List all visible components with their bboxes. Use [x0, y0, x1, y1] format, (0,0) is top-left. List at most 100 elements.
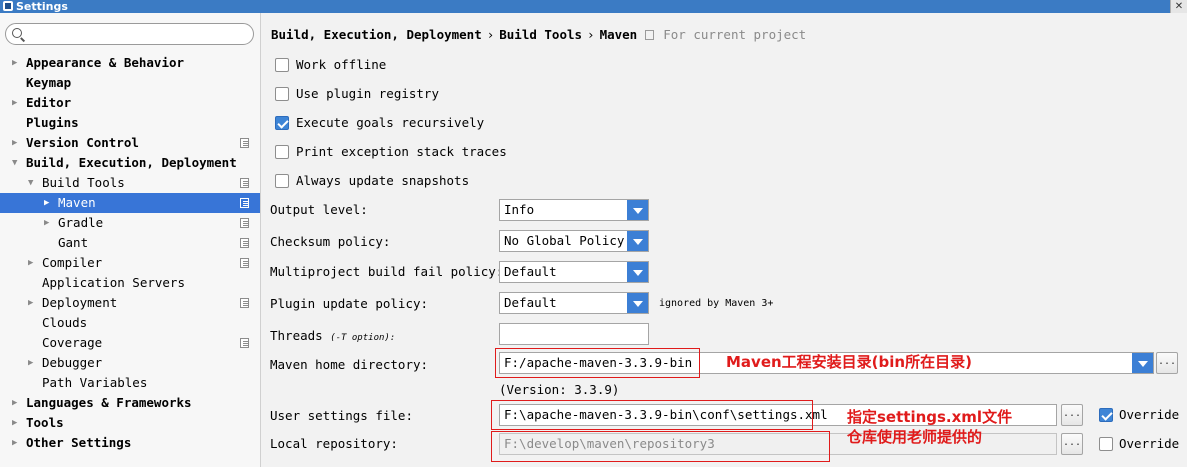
plugin-update-policy-dropdown[interactable]: Default	[499, 292, 649, 314]
work-offline-checkbox[interactable]	[275, 58, 289, 72]
sidebar-item-other-settings[interactable]: ▶ Other Settings	[0, 433, 260, 453]
annotation-box-local-repository	[491, 431, 830, 462]
sidebar-item-label: Compiler	[42, 255, 103, 270]
sidebar-item-label: Build Tools	[42, 175, 125, 190]
chevron-down-icon[interactable]	[627, 262, 648, 282]
sidebar-item-application-servers[interactable]: Application Servers	[0, 273, 260, 293]
multiproject-fail-policy-label: Multiproject build fail policy:	[270, 264, 504, 279]
checkbox-label: Always update snapshots	[296, 173, 470, 188]
maven-home-browse-button[interactable]: ...	[1156, 352, 1178, 374]
search-input[interactable]	[26, 26, 246, 42]
sidebar-item-version-control[interactable]: ▶ Version Control	[0, 133, 260, 153]
chevron-down-icon[interactable]	[1132, 353, 1153, 373]
sidebar-item-compiler[interactable]: ▶ Compiler	[0, 253, 260, 273]
window-title: Settings	[16, 0, 68, 13]
expanded-arrow-icon[interactable]: ▼	[12, 153, 22, 173]
breadcrumb-separator: ›	[587, 27, 595, 42]
collapsed-arrow-icon[interactable]: ▶	[12, 413, 22, 433]
annotation-box-user-settings	[491, 400, 813, 430]
checkbox-label: Use plugin registry	[296, 86, 439, 101]
output-level-dropdown[interactable]: Info	[499, 199, 649, 221]
project-scope-icon	[240, 198, 249, 208]
sidebar-item-appearance-behavior[interactable]: ▶ Appearance & Behavior	[0, 53, 260, 73]
annotation-settings-file: 指定settings.xml文件	[847, 408, 1013, 426]
settings-sidebar: ▶ Appearance & Behavior Keymap ▶ Editor Plugi…	[0, 13, 261, 467]
checkbox-label: Work offline	[296, 57, 387, 72]
sidebar-item-tools[interactable]: ▶ Tools	[0, 413, 260, 433]
sidebar-item-label: Build, Execution, Deployment	[26, 155, 237, 170]
project-scope-icon	[240, 238, 249, 248]
threads-option-hint: (-T option):	[330, 333, 396, 343]
breadcrumb-part: Build, Execution, Deployment	[271, 27, 482, 42]
sidebar-item-label: Languages & Frameworks	[26, 395, 192, 410]
collapsed-arrow-icon[interactable]: ▶	[44, 193, 54, 213]
breadcrumb-part: Build Tools	[499, 27, 583, 42]
dropdown-value: Default	[504, 264, 557, 279]
override-label: Override	[1119, 407, 1180, 422]
collapsed-arrow-icon[interactable]: ▶	[12, 393, 22, 413]
annotation-box-maven-home	[495, 348, 700, 378]
chevron-down-icon[interactable]	[627, 293, 648, 313]
sidebar-item-label: Maven	[58, 195, 96, 210]
sidebar-item-plugins[interactable]: Plugins	[0, 113, 260, 133]
user-settings-browse-button[interactable]: ...	[1061, 404, 1083, 426]
sidebar-item-build-tools[interactable]: ▼ Build Tools	[0, 173, 260, 193]
sidebar-item-label: Coverage	[42, 335, 103, 350]
collapsed-arrow-icon[interactable]: ▶	[28, 353, 38, 373]
always-update-snapshots-checkbox[interactable]	[275, 174, 289, 188]
sidebar-item-coverage[interactable]: Coverage	[0, 333, 260, 353]
sidebar-item-label: Tools	[26, 415, 64, 430]
project-scope-icon	[240, 218, 249, 228]
sidebar-item-build-execution-deployment[interactable]: ▼ Build, Execution, Deployment	[0, 153, 260, 173]
override-label: Override	[1119, 436, 1180, 451]
sidebar-item-path-variables[interactable]: Path Variables	[0, 373, 260, 393]
chevron-down-icon[interactable]	[627, 231, 648, 251]
checksum-policy-label: Checksum policy:	[270, 234, 391, 249]
collapsed-arrow-icon[interactable]: ▶	[28, 293, 38, 313]
breadcrumb-scope-hint: For current project	[663, 27, 807, 42]
local-repository-browse-button[interactable]: ...	[1061, 433, 1083, 455]
sidebar-item-gradle[interactable]: ▶ Gradle	[0, 213, 260, 233]
collapsed-arrow-icon[interactable]: ▶	[12, 53, 22, 73]
sidebar-item-label: Deployment	[42, 295, 118, 310]
settings-search[interactable]	[5, 23, 254, 45]
sidebar-item-label: Path Variables	[42, 375, 148, 390]
execute-goals-recursively-checkbox[interactable]	[275, 116, 289, 130]
checkbox-label: Print exception stack traces	[296, 144, 507, 159]
collapsed-arrow-icon[interactable]: ▶	[28, 253, 38, 273]
collapsed-arrow-icon[interactable]: ▶	[12, 433, 22, 453]
collapsed-arrow-icon[interactable]: ▶	[12, 133, 22, 153]
expanded-arrow-icon[interactable]: ▼	[28, 173, 38, 193]
project-scope-icon	[240, 258, 249, 268]
sidebar-item-gant[interactable]: Gant	[0, 233, 260, 253]
maven-home-label: Maven home directory:	[270, 357, 429, 372]
annotation-maven-home: Maven工程安装目录(bin所在目录)	[726, 353, 972, 371]
local-repository-override-checkbox[interactable]	[1099, 437, 1113, 451]
maven-settings-panel: Build, Execution, Deployment › Build Tools…	[262, 13, 1187, 467]
sidebar-item-deployment[interactable]: ▶ Deployment	[0, 293, 260, 313]
sidebar-item-label: Version Control	[26, 135, 139, 150]
sidebar-item-debugger[interactable]: ▶ Debugger	[0, 353, 260, 373]
sidebar-item-maven[interactable]: ▶ Maven	[0, 193, 260, 213]
multiproject-fail-policy-dropdown[interactable]: Default	[499, 261, 649, 283]
user-settings-override-checkbox[interactable]	[1099, 408, 1113, 422]
sidebar-item-label: Keymap	[26, 75, 72, 90]
sidebar-item-label: Gant	[58, 235, 89, 250]
print-exception-stack-traces-checkbox[interactable]	[275, 145, 289, 159]
close-window-button[interactable]: ✕	[1170, 0, 1187, 13]
sidebar-item-label: Clouds	[42, 315, 88, 330]
threads-label-text: Threads	[270, 328, 323, 343]
local-repository-label: Local repository:	[270, 436, 398, 451]
sidebar-item-languages-frameworks[interactable]: ▶ Languages & Frameworks	[0, 393, 260, 413]
checksum-policy-dropdown[interactable]: No Global Policy	[499, 230, 649, 252]
threads-input[interactable]	[499, 323, 649, 345]
sidebar-item-keymap[interactable]: Keymap	[0, 73, 260, 93]
collapsed-arrow-icon[interactable]: ▶	[44, 213, 54, 233]
settings-tree: ▶ Appearance & Behavior Keymap ▶ Editor Plugi…	[0, 53, 260, 453]
use-plugin-registry-checkbox[interactable]	[275, 87, 289, 101]
search-icon	[12, 28, 22, 38]
chevron-down-icon[interactable]	[627, 200, 648, 220]
collapsed-arrow-icon[interactable]: ▶	[12, 93, 22, 113]
sidebar-item-editor[interactable]: ▶ Editor	[0, 93, 260, 113]
sidebar-item-clouds[interactable]: Clouds	[0, 313, 260, 333]
